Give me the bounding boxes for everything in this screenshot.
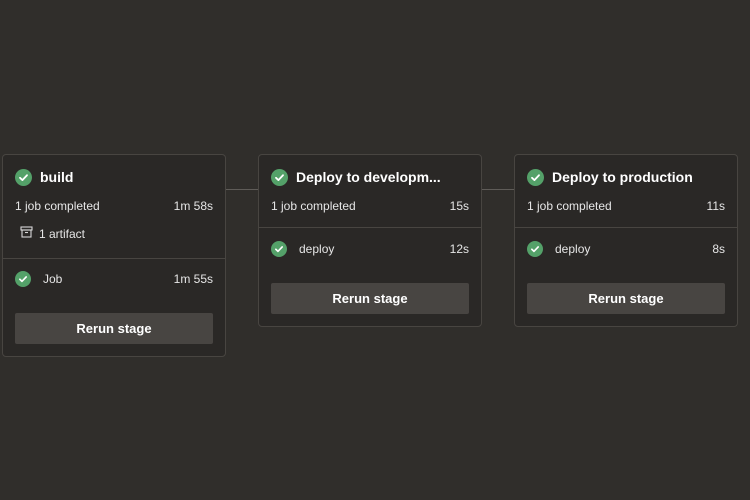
artifact-icon: [20, 226, 33, 241]
check-circle-icon: [271, 241, 287, 257]
stage-connector: [482, 189, 514, 190]
check-circle-icon: [271, 168, 288, 186]
stage-card-build[interactable]: build 1 job completed 1m 58s 1 artifact …: [2, 154, 226, 357]
rerun-stage-button[interactable]: Rerun stage: [527, 283, 725, 314]
jobs-completed-text: 1 job completed: [15, 199, 100, 213]
artifact-label: 1 artifact: [39, 226, 86, 241]
stage-title[interactable]: Deploy to developm...: [296, 169, 441, 185]
stage-card-deploy-development[interactable]: Deploy to developm... 1 job completed 15…: [258, 154, 482, 327]
stage-header: build: [15, 167, 213, 187]
divider: [515, 227, 737, 228]
jobs-completed-text: 1 job completed: [527, 199, 612, 213]
job-name: deploy: [299, 242, 335, 256]
divider: [3, 258, 225, 259]
job-name: Job: [43, 272, 63, 286]
job-duration: 1m 55s: [173, 272, 213, 286]
check-circle-icon: [527, 241, 543, 257]
stage-summary: 1 job completed 15s: [271, 199, 469, 213]
artifact-link[interactable]: 1 artifact: [20, 226, 85, 241]
stage-summary: 1 job completed 11s: [527, 199, 725, 213]
stage-header: Deploy to developm...: [271, 167, 469, 187]
job-duration: 12s: [449, 242, 469, 256]
stage-duration: 15s: [449, 199, 469, 213]
job-row[interactable]: deploy 12s: [271, 241, 469, 257]
stage-duration: 1m 58s: [173, 199, 213, 213]
job-row[interactable]: Job 1m 55s: [15, 271, 213, 287]
jobs-completed-text: 1 job completed: [271, 199, 356, 213]
pipeline-canvas: build 1 job completed 1m 58s 1 artifact …: [0, 0, 750, 500]
job-row[interactable]: deploy 8s: [527, 241, 725, 257]
rerun-stage-button[interactable]: Rerun stage: [15, 313, 213, 344]
check-circle-icon: [15, 271, 31, 287]
rerun-stage-button[interactable]: Rerun stage: [271, 283, 469, 314]
divider: [259, 227, 481, 228]
check-circle-icon: [15, 168, 32, 186]
stage-header: Deploy to production: [527, 167, 725, 187]
stage-connector: [226, 189, 258, 190]
stage-card-deploy-production[interactable]: Deploy to production 1 job completed 11s…: [514, 154, 738, 327]
stage-summary: 1 job completed 1m 58s: [15, 199, 213, 213]
stage-duration: 11s: [706, 199, 725, 213]
job-duration: 8s: [712, 242, 725, 256]
stage-title[interactable]: build: [40, 169, 73, 185]
stage-title[interactable]: Deploy to production: [552, 169, 693, 185]
check-circle-icon: [527, 168, 544, 186]
job-name: deploy: [555, 242, 591, 256]
